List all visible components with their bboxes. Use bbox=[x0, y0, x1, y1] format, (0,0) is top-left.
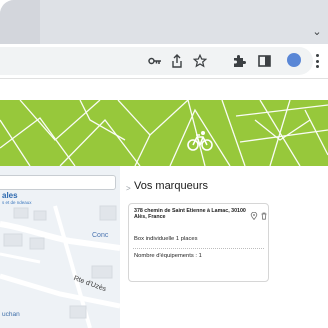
marker-card-actions bbox=[250, 207, 268, 221]
side-panel-icon[interactable] bbox=[257, 54, 271, 68]
banner-street-pattern bbox=[0, 100, 328, 166]
bookmark-star-icon[interactable] bbox=[193, 54, 207, 68]
marker-equipment-count: Nombre d'équipements : 1 bbox=[134, 253, 202, 259]
marker-equipment-type: Box individuelle 1 places bbox=[134, 236, 198, 242]
extensions-icon[interactable] bbox=[232, 54, 246, 68]
bicycle-icon bbox=[187, 131, 213, 151]
share-icon[interactable] bbox=[170, 54, 184, 68]
banner bbox=[0, 100, 328, 166]
key-icon[interactable] bbox=[148, 54, 162, 68]
map-place-sublabel: s et de ndeaux bbox=[2, 200, 32, 205]
map-place-label-conc: Conc bbox=[92, 232, 109, 239]
toolbar-divider bbox=[0, 78, 328, 79]
collapse-caret-icon[interactable]: > bbox=[126, 184, 131, 194]
map-place-label: ales bbox=[2, 191, 18, 200]
map-tiles bbox=[0, 205, 120, 328]
map-place-label-bottom: uchan bbox=[2, 311, 20, 318]
delete-icon[interactable] bbox=[260, 207, 268, 220]
browser-toolbar bbox=[0, 44, 328, 78]
tab-strip: ⌄ bbox=[0, 0, 328, 44]
profile-avatar[interactable] bbox=[287, 53, 301, 67]
marker-address: 378 chemin de Saint Etienne à Lamac, 301… bbox=[134, 208, 246, 221]
panel-title: Vos marqueurs bbox=[134, 180, 208, 192]
more-menu-icon[interactable] bbox=[314, 54, 320, 68]
map[interactable]: ales s et de ndeaux Conc Rte d'Uzès ucha… bbox=[0, 166, 120, 328]
location-pin-icon[interactable] bbox=[250, 207, 258, 221]
tab-search-dropdown-icon[interactable]: ⌄ bbox=[310, 26, 324, 38]
card-divider bbox=[133, 248, 264, 249]
map-search-input[interactable] bbox=[0, 175, 116, 190]
